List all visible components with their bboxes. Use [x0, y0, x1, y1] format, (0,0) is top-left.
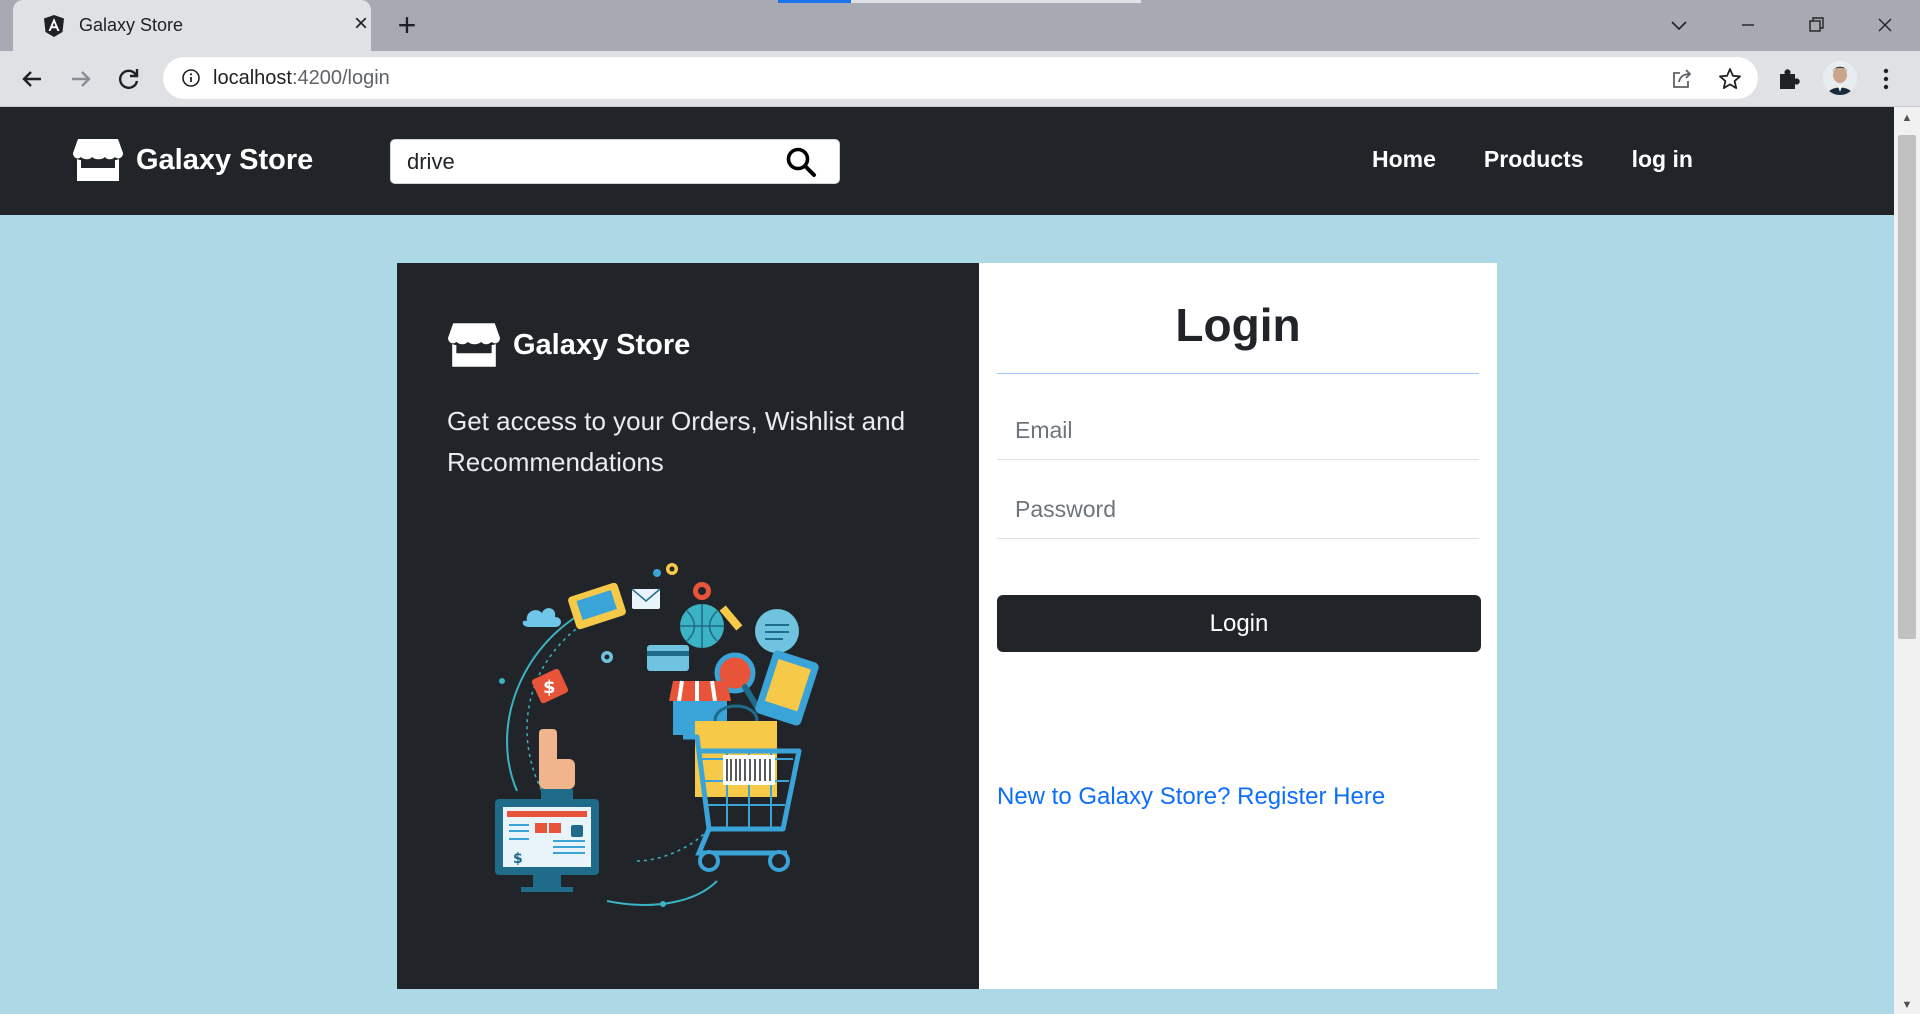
site-navbar: Galaxy Store Home Products log in — [0, 107, 1894, 215]
chevron-down-icon[interactable] — [1664, 10, 1694, 40]
scrollbar-thumb[interactable] — [1898, 135, 1916, 639]
page-viewport: Galaxy Store Home Products log in Galaxy… — [0, 107, 1920, 1014]
ecommerce-illustration: $ $ — [495, 563, 819, 907]
nav-link-products[interactable]: Products — [1484, 146, 1584, 173]
star-icon[interactable] — [1717, 66, 1743, 92]
nav-link-home[interactable]: Home — [1372, 146, 1436, 173]
info-icon[interactable] — [181, 68, 201, 88]
address-bar[interactable]: localhost:4200/login — [163, 57, 1758, 99]
login-panel: Login Login New to Galaxy Store? Registe… — [979, 263, 1497, 989]
email-field[interactable] — [997, 402, 1479, 460]
promo-brand: Galaxy Store — [447, 321, 690, 369]
register-link[interactable]: New to Galaxy Store? Register Here — [997, 783, 1385, 811]
password-field[interactable] — [997, 481, 1479, 539]
scroll-down-arrow-icon[interactable]: ▼ — [1900, 998, 1914, 1012]
nav-link-login[interactable]: log in — [1632, 146, 1693, 173]
store-icon — [448, 323, 500, 367]
loading-indicator-track — [851, 0, 1141, 3]
login-button[interactable]: Login — [997, 595, 1481, 652]
login-title: Login — [1175, 299, 1301, 351]
reload-icon[interactable] — [111, 61, 147, 97]
svg-text:$: $ — [513, 851, 523, 867]
svg-text:$: $ — [543, 677, 556, 698]
search-box — [390, 139, 840, 184]
promo-tagline: Get access to your Orders, Wishlist and … — [447, 406, 906, 477]
forward-arrow-icon[interactable] — [63, 61, 99, 97]
login-card: Galaxy Store Get access to your Orders, … — [397, 263, 1497, 989]
browser-tabstrip: Galaxy Store × + — [0, 0, 1920, 51]
scroll-up-arrow-icon[interactable]: ▲ — [1900, 111, 1914, 125]
promo-brand-name: Galaxy Store — [513, 328, 691, 361]
search-icon[interactable] — [785, 146, 817, 178]
search-input[interactable] — [407, 140, 777, 183]
store-icon — [73, 139, 123, 181]
kebab-menu-icon[interactable] — [1874, 64, 1898, 94]
avatar[interactable] — [1823, 61, 1857, 95]
promo-panel: Galaxy Store Get access to your Orders, … — [397, 263, 979, 989]
browser-toolbar: localhost:4200/login — [0, 51, 1920, 107]
browser-tab[interactable]: Galaxy Store × — [13, 0, 371, 51]
nav-links: Home Products log in — [1372, 146, 1741, 173]
share-icon[interactable] — [1670, 67, 1694, 91]
close-window-icon[interactable] — [1870, 10, 1900, 40]
minimize-icon[interactable] — [1733, 10, 1763, 40]
puzzle-icon[interactable] — [1775, 65, 1803, 93]
url-text[interactable]: localhost:4200/login — [213, 67, 390, 90]
scrollbar[interactable]: ▲ ▼ — [1894, 107, 1920, 1014]
loading-indicator — [778, 0, 851, 3]
tab-title: Galaxy Store — [79, 15, 184, 35]
restore-icon[interactable] — [1801, 10, 1831, 40]
brand-name: Galaxy Store — [136, 143, 314, 176]
divider — [997, 373, 1479, 374]
close-icon[interactable]: × — [349, 12, 373, 36]
plus-icon[interactable]: + — [392, 9, 422, 41]
brand-link[interactable]: Galaxy Store — [72, 137, 313, 183]
back-arrow-icon[interactable] — [14, 61, 50, 97]
angular-favicon — [44, 15, 64, 37]
